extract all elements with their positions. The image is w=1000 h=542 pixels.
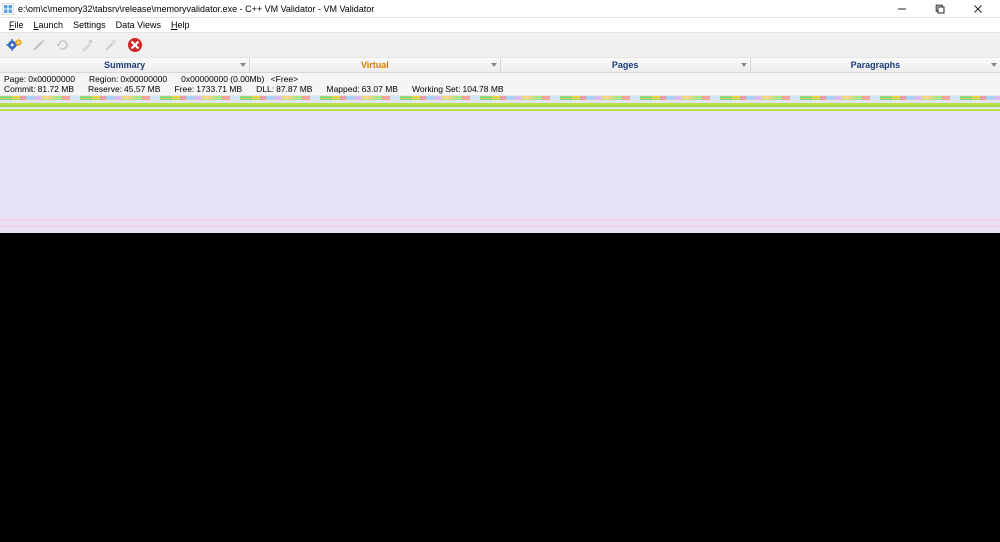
mem-committed-region bbox=[0, 233, 1000, 542]
stat-working-set-label: Working Set: bbox=[412, 84, 461, 94]
title-bar: e:\om\c\memory32\tabsrv\release\memoryva… bbox=[0, 0, 1000, 18]
maximize-button[interactable] bbox=[928, 2, 952, 16]
tab-dropdown-icon[interactable] bbox=[740, 60, 748, 70]
settings-gear-button[interactable] bbox=[6, 36, 24, 54]
toolbar bbox=[0, 32, 1000, 58]
close-button[interactable] bbox=[966, 2, 990, 16]
wand-button[interactable] bbox=[30, 36, 48, 54]
tab-paragraphs[interactable]: Paragraphs bbox=[751, 58, 1000, 72]
stat-address-value: 0x00000000 (0.00Mb) bbox=[181, 74, 264, 84]
menu-bar: File Launch Settings Data Views Help bbox=[0, 18, 1000, 32]
stat-page: Page: 0x00000000 bbox=[4, 74, 75, 84]
tab-summary[interactable]: Summary bbox=[0, 58, 250, 72]
tab-pages-label: Pages bbox=[612, 60, 639, 70]
menu-data-views[interactable]: Data Views bbox=[111, 18, 166, 32]
stat-mapped-value: 63.07 MB bbox=[362, 84, 398, 94]
menu-help[interactable]: Help bbox=[166, 18, 195, 32]
stat-region-value: 0x00000000 bbox=[120, 74, 167, 84]
stat-mapped: Mapped: 63.07 MB bbox=[326, 84, 397, 94]
tab-strip: Summary Virtual Pages Paragraphs bbox=[0, 58, 1000, 73]
tab-pages[interactable]: Pages bbox=[501, 58, 751, 72]
window-title: e:\om\c\memory32\tabsrv\release\memoryva… bbox=[18, 4, 374, 14]
eraser-button[interactable] bbox=[102, 36, 120, 54]
stat-free: Free: 1733.71 MB bbox=[174, 84, 242, 94]
mem-chunk bbox=[4, 235, 92, 238]
stat-free-label: Free: bbox=[174, 84, 194, 94]
tab-virtual[interactable]: Virtual bbox=[250, 58, 500, 72]
stat-address-tag: <Free> bbox=[271, 74, 298, 84]
stat-reserve-label: Reserve: bbox=[88, 84, 122, 94]
menu-launch[interactable]: Launch bbox=[29, 18, 69, 32]
menu-settings[interactable]: Settings bbox=[68, 18, 111, 32]
stat-free-value: 1733.71 MB bbox=[196, 84, 242, 94]
brush-button[interactable] bbox=[78, 36, 96, 54]
stat-region: Region: 0x00000000 bbox=[89, 74, 167, 84]
tab-virtual-label: Virtual bbox=[361, 60, 389, 70]
stat-dll-label: DLL: bbox=[256, 84, 274, 94]
stat-region-label: Region: bbox=[89, 74, 118, 84]
stat-dll-value: 87.87 MB bbox=[276, 84, 312, 94]
tab-dropdown-icon[interactable] bbox=[490, 60, 498, 70]
tab-dropdown-icon[interactable] bbox=[239, 60, 247, 70]
window-controls bbox=[890, 2, 996, 16]
refresh-button[interactable] bbox=[54, 36, 72, 54]
tab-dropdown-icon[interactable] bbox=[990, 60, 998, 70]
stat-line-1: Page: 0x00000000 Region: 0x00000000 0x00… bbox=[4, 74, 996, 84]
stat-commit-value: 81.72 MB bbox=[38, 84, 74, 94]
stats-panel: Page: 0x00000000 Region: 0x00000000 0x00… bbox=[0, 73, 1000, 96]
stat-dll: DLL: 87.87 MB bbox=[256, 84, 312, 94]
tab-paragraphs-label: Paragraphs bbox=[851, 60, 901, 70]
minimize-button[interactable] bbox=[890, 2, 914, 16]
stat-mapped-label: Mapped: bbox=[326, 84, 359, 94]
memory-map-visualization[interactable] bbox=[0, 96, 1000, 542]
mem-free-region bbox=[0, 111, 1000, 219]
stat-working-set-value: 104.78 MB bbox=[462, 84, 503, 94]
stat-address: 0x00000000 (0.00Mb) <Free> bbox=[181, 74, 298, 84]
stat-working-set: Working Set: 104.78 MB bbox=[412, 84, 504, 94]
stat-line-2: Commit: 81.72 MB Reserve: 45.57 MB Free:… bbox=[4, 84, 996, 94]
menu-file[interactable]: File bbox=[4, 18, 29, 32]
stat-page-value: 0x00000000 bbox=[28, 74, 75, 84]
stat-commit: Commit: 81.72 MB bbox=[4, 84, 74, 94]
cancel-button[interactable] bbox=[126, 36, 144, 54]
app-icon bbox=[2, 3, 14, 15]
tab-summary-label: Summary bbox=[104, 60, 145, 70]
stat-reserve: Reserve: 45.57 MB bbox=[88, 84, 160, 94]
mem-row bbox=[0, 99, 1000, 100]
stat-reserve-value: 45.57 MB bbox=[124, 84, 160, 94]
stat-commit-label: Commit: bbox=[4, 84, 36, 94]
stat-page-label: Page: bbox=[4, 74, 26, 84]
